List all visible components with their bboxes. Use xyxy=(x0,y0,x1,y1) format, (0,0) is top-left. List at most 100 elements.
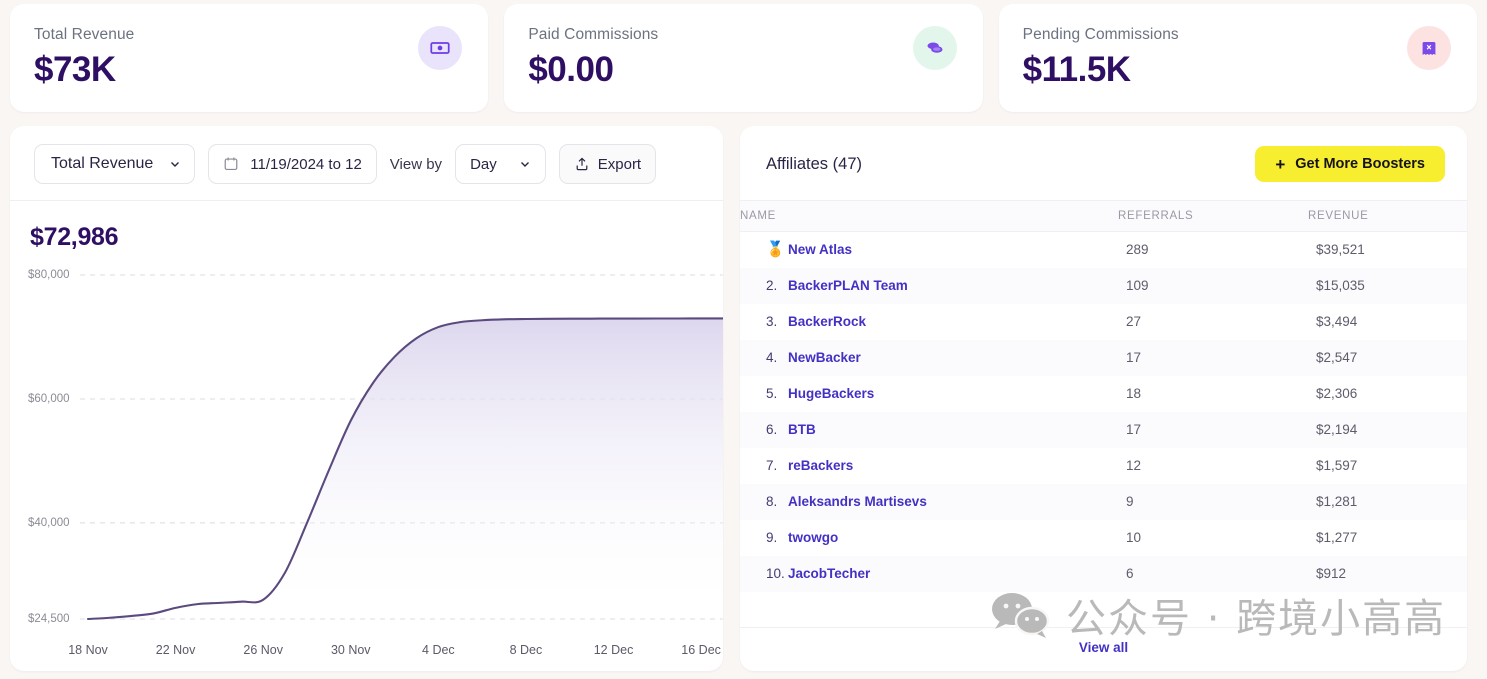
export-button[interactable]: Export xyxy=(558,144,657,184)
kpi-value: $11.5K xyxy=(1022,50,1131,89)
referrals-value: 27 xyxy=(1126,313,1142,329)
table-row[interactable]: 2. BackerPLAN Team 109 $15,035 xyxy=(740,267,1467,304)
rank-number: 5. xyxy=(766,385,778,401)
rank-cell: 🏅 xyxy=(740,232,788,268)
revenue-cell: $1,277 xyxy=(1308,520,1467,556)
chart-total-value: $72,986 xyxy=(30,223,119,251)
coins-icon xyxy=(912,26,957,70)
affiliates-table: NAME REFERRALS REVENUE 🏅 New Atlas 289 $39,… xyxy=(740,200,1467,592)
column-header-referrals[interactable]: REFERRALS xyxy=(1118,200,1308,232)
referrals-value: 18 xyxy=(1126,385,1142,401)
metric-select-value: Total Revenue xyxy=(51,155,154,172)
affiliate-name-link[interactable]: BackerPLAN Team xyxy=(788,278,908,293)
referrals-cell: 109 xyxy=(1118,268,1308,304)
affiliate-name-link[interactable]: Aleksandrs Martisevs xyxy=(788,494,927,509)
revenue-value: $15,035 xyxy=(1316,277,1365,293)
affiliate-name-link[interactable]: twowgo xyxy=(788,530,838,545)
rank-cell: 9. xyxy=(740,520,788,556)
rank-cell: 8. xyxy=(740,484,788,520)
rank-number: 8. xyxy=(766,493,778,509)
revenue-value: $2,306 xyxy=(1316,385,1358,401)
plus-icon: + xyxy=(1275,154,1286,174)
revenue-value: $1,281 xyxy=(1316,493,1358,509)
get-more-boosters-label: Get More Boosters xyxy=(1295,156,1425,172)
table-row[interactable]: 7. reBackers 12 $1,597 xyxy=(740,448,1467,484)
affiliates-panel: Affiliates (47) + Get More Boosters NAME… xyxy=(740,126,1467,671)
table-row[interactable]: 9. twowgo 10 $1,277 xyxy=(740,520,1467,556)
export-label: Export xyxy=(597,155,642,173)
rank-cell: 4. xyxy=(740,340,788,376)
referrals-value: 9 xyxy=(1126,493,1134,509)
referrals-cell: 27 xyxy=(1118,304,1308,340)
chart-plot-area: $80,000 $60,000 $40,000 $24,500 18 Nov 22 No… xyxy=(10,263,723,671)
table-row[interactable]: 5. HugeBackers 18 $2,306 xyxy=(740,376,1467,412)
table-row[interactable]: 🏅 New Atlas 289 $39,521 xyxy=(740,232,1467,268)
affiliates-header: Affiliates (47) + Get More Boosters xyxy=(740,126,1467,200)
upload-icon xyxy=(576,157,588,171)
affiliate-name-link[interactable]: JacobTecher xyxy=(788,566,870,581)
rank-number: 4. xyxy=(766,349,778,365)
referrals-value: 6 xyxy=(1126,565,1134,581)
revenue-cell: $39,521 xyxy=(1308,232,1467,268)
referrals-cell: 18 xyxy=(1118,376,1308,412)
chart-body: $72,986 $80,000 $60,000 $40,000 $24,500 … xyxy=(10,201,723,671)
view-by-label: View by xyxy=(389,155,443,173)
name-cell: NewBacker xyxy=(788,340,1118,376)
x-axis-tick-label: 8 Dec xyxy=(509,643,543,657)
rank-number: 6. xyxy=(766,421,778,437)
x-axis-tick-label: 18 Nov xyxy=(68,643,108,657)
date-range-picker[interactable]: 11/19/2024 to 12 xyxy=(208,144,377,184)
kpi-label: Total Revenue xyxy=(34,26,135,43)
table-header-row: NAME REFERRALS REVENUE xyxy=(740,200,1467,232)
name-cell: JacobTecher xyxy=(788,556,1118,592)
affiliate-name-link[interactable]: New Atlas xyxy=(788,242,852,257)
name-cell: reBackers xyxy=(788,448,1118,484)
metric-select[interactable]: Total Revenue xyxy=(34,144,196,184)
get-more-boosters-button[interactable]: + Get More Boosters xyxy=(1255,146,1445,182)
kpi-card-row: Total Revenue $73K Paid Commissions $0.0… xyxy=(0,0,1487,112)
calendar-icon xyxy=(224,157,238,171)
rank-number: 10. xyxy=(766,565,785,581)
revenue-cell: $2,194 xyxy=(1308,412,1467,448)
revenue-value: $912 xyxy=(1316,565,1347,581)
column-header-name[interactable]: NAME xyxy=(740,200,1118,232)
affiliate-name-link[interactable]: HugeBackers xyxy=(788,386,874,401)
view-all-link[interactable]: View all xyxy=(1079,640,1128,655)
kpi-label: Paid Commissions xyxy=(528,26,659,43)
revenue-value: $2,194 xyxy=(1316,421,1358,437)
revenue-chart-panel: Total Revenue 11/19/2024 to 12 View by D… xyxy=(10,126,723,671)
y-axis-tick-label: $80,000 xyxy=(28,269,70,281)
rank-number: 7. xyxy=(766,457,778,473)
revenue-value: $2,547 xyxy=(1316,349,1358,365)
table-row[interactable]: 4. NewBacker 17 $2,547 xyxy=(740,339,1467,376)
referrals-value: 17 xyxy=(1126,349,1142,365)
revenue-cell: $15,035 xyxy=(1308,268,1467,304)
revenue-value: $3,494 xyxy=(1316,313,1358,329)
affiliate-name-link[interactable]: NewBacker xyxy=(788,350,861,365)
column-header-revenue[interactable]: REVENUE xyxy=(1308,200,1467,232)
revenue-line-chart xyxy=(80,274,723,621)
chevron-down-icon xyxy=(171,162,180,167)
table-row[interactable]: 10. JacobTecher 6 $912 xyxy=(740,555,1467,592)
referrals-cell: 6 xyxy=(1118,556,1308,592)
x-axis-tick-label: 22 Nov xyxy=(155,643,196,657)
referrals-value: 289 xyxy=(1126,241,1149,257)
view-by-select[interactable]: Day xyxy=(455,144,546,184)
table-row[interactable]: 3. BackerRock 27 $3,494 xyxy=(740,304,1467,340)
rank-cell: 6. xyxy=(740,412,788,448)
rank-cell: 5. xyxy=(740,376,788,412)
view-all-footer: View all xyxy=(740,627,1467,671)
affiliates-table-body: 🏅 New Atlas 289 $39,521 2. BackerPLAN Team 109… xyxy=(740,232,1467,592)
affiliate-name-link[interactable]: BackerRock xyxy=(788,314,866,329)
affiliate-name-link[interactable]: reBackers xyxy=(788,458,853,473)
name-cell: BackerPLAN Team xyxy=(788,268,1118,304)
kpi-card-total-revenue: Total Revenue $73K xyxy=(10,4,489,112)
name-cell: twowgo xyxy=(788,520,1118,556)
name-cell: BTB xyxy=(788,412,1118,448)
referrals-value: 10 xyxy=(1126,529,1142,545)
medal-icon: 🏅 xyxy=(766,240,785,258)
table-row[interactable]: 6. BTB 17 $2,194 xyxy=(740,411,1467,448)
revenue-value: $1,277 xyxy=(1316,529,1358,545)
table-row[interactable]: 8. Aleksandrs Martisevs 9 $1,281 xyxy=(740,483,1467,520)
affiliate-name-link[interactable]: BTB xyxy=(788,422,816,437)
